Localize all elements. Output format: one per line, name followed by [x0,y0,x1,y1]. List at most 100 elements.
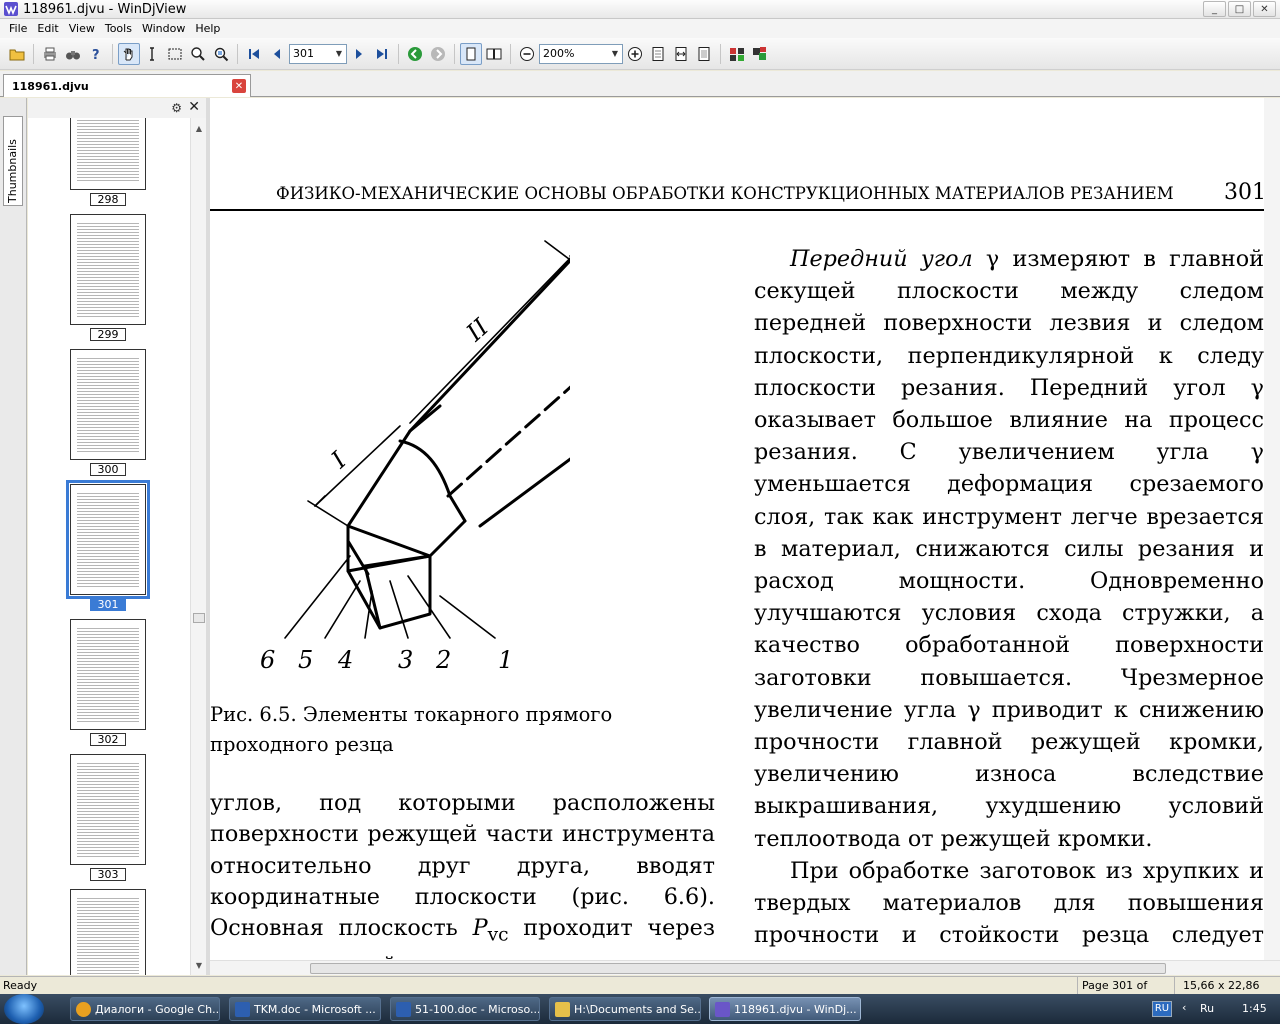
first-page-button[interactable] [243,43,265,65]
menu-help[interactable]: Help [190,22,225,35]
thumbnails-panel: ⚙ ✕ 298 299 300 301 302 303 ▲ ▼ [28,98,206,975]
page-number: 301 [1224,180,1266,205]
toolbar: ? 301 ▼ 200% ▼ [0,38,1280,70]
fit-page-icon [652,46,664,61]
zoom-value: 200% [543,47,575,60]
thumbnail-page-303[interactable] [70,754,146,865]
clock[interactable]: 1:45 [1242,1002,1267,1015]
menu-view[interactable]: View [64,22,100,35]
back-button[interactable] [404,43,426,65]
facing-pages-button[interactable] [483,43,505,65]
single-page-button[interactable] [460,42,482,65]
taskbar-item-word-tkm-label: TKM.doc - Microsoft ... [254,1002,376,1016]
horizontal-scrollbar-thumb[interactable] [310,963,1166,974]
language-indicator[interactable]: RU [1152,1001,1172,1017]
thumbnail-page-301[interactable] [66,480,150,599]
single-page-icon [466,47,476,60]
open-button[interactable] [6,43,28,65]
thumbnail-page-299[interactable] [70,214,146,325]
cutting-tool-figure [284,240,570,639]
figure-label-2: 2 [436,646,452,674]
zoom-tool-button[interactable] [187,43,209,65]
taskbar-item-chrome[interactable]: Диалоги - Google Ch... [70,997,220,1021]
printer-icon [44,47,56,60]
zoom-rect-button[interactable] [210,43,232,65]
term-rake-angle: Передний угол [790,246,973,272]
menu-tools[interactable]: Tools [100,22,137,35]
thumbnail-page-next[interactable] [70,889,146,975]
page-number-combo[interactable]: 301 ▼ [289,43,347,64]
gear-icon[interactable]: ⚙ [171,101,182,115]
status-bar: Ready Page 301 of 512 15,66 x 22,86 cm [0,976,1280,1005]
magnifier-icon [191,46,205,61]
chevron-down-icon[interactable]: ▼ [332,45,346,63]
chevron-down-icon[interactable]: ▼ [608,45,622,63]
windjview-icon [715,1002,730,1017]
tab-document[interactable]: 118961.djvu ✕ [3,74,251,97]
forward-button[interactable] [427,43,449,65]
taskbar-item-word-tkm[interactable]: TKM.doc - Microsoft ... [229,997,381,1021]
thumbnail-page-298[interactable] [70,118,146,190]
hand-tool-button[interactable] [118,42,140,65]
taskbar-item-windjview[interactable]: 118961.djvu - WinDj... [709,997,861,1021]
minimize-button[interactable]: _ [1203,1,1226,17]
paragraph-rake-angle-body: γ измеряют в главной секущей плоскости м… [754,246,1264,852]
left-column-text: углов, под которыми расположены поверхно… [210,788,715,960]
running-head: ФИЗИКО-МЕХАНИЧЕСКИЕ ОСНОВЫ ОБРАБОТКИ КОН… [276,184,1174,203]
actual-size-button[interactable] [693,43,715,65]
menu-window[interactable]: Window [137,22,190,35]
maximize-button[interactable]: □ [1228,1,1251,17]
menu-edit[interactable]: Edit [32,22,63,35]
thumbnail-label-298: 298 [90,193,126,206]
system-tray: RU ‹ Ru 1:45 [1150,994,1280,1024]
previous-page-button[interactable] [266,43,288,65]
layers-icon [753,46,766,60]
document-vertical-scrollbar[interactable] [1264,98,1280,960]
next-page-button[interactable] [348,43,370,65]
taskbar-item-word-51-100[interactable]: 51-100.doc - Microso... [390,997,540,1021]
close-button[interactable]: ✕ [1253,1,1276,17]
thumbnails-header: ⚙ ✕ [28,98,206,118]
paragraph-rake-angle: Передний угол γ измеряют в главной секущ… [754,243,1264,855]
taskbar-item-explorer[interactable]: H:\Documents and Se... [549,997,701,1021]
help-button[interactable]: ? [85,43,107,65]
thumbnail-page-302[interactable] [70,619,146,730]
figure-label-6: 6 [260,646,276,674]
find-button[interactable] [62,43,84,65]
document-tab-strip: 118961.djvu ✕ [0,71,1280,97]
figure-caption: Рис. 6.5. Элементы токарного прямого про… [210,700,690,760]
thumbnails-scrollbar[interactable]: ▲ ▼ [190,118,206,975]
fit-width-button[interactable] [670,43,692,65]
zoom-out-button[interactable] [516,43,538,65]
taskbar-item-chrome-label: Диалоги - Google Ch... [95,1002,220,1016]
last-page-button[interactable] [371,43,393,65]
scroll-down-icon[interactable]: ▼ [191,957,207,973]
zoom-in-button[interactable] [624,43,646,65]
scroll-up-icon[interactable]: ▲ [191,120,207,136]
tab-thumbnails[interactable]: Thumbnails [3,116,23,206]
tray-chevron-icon[interactable]: ‹ [1182,1001,1186,1014]
print-button[interactable] [39,43,61,65]
rect-select-button[interactable] [164,43,186,65]
scrollbar-thumb[interactable] [193,613,205,623]
thumbnail-page-300[interactable] [70,349,146,460]
tab-close-icon[interactable]: ✕ [232,79,246,93]
keyboard-layout[interactable]: Ru [1200,1002,1214,1015]
text-select-button[interactable] [141,43,163,65]
thumbnail-label-300: 300 [90,463,126,476]
menu-file[interactable]: File [4,22,32,35]
start-button[interactable] [4,994,44,1024]
thumbnail-label-303: 303 [90,868,126,881]
display-mode-icon [730,47,744,61]
folder-icon [555,1002,570,1017]
figure-caption-line-1: Рис. 6.5. Элементы токарного прямого [210,703,613,726]
zoom-combo[interactable]: 200% ▼ [539,43,623,64]
document-view[interactable]: ФИЗИКО-МЕХАНИЧЕСКИЕ ОСНОВЫ ОБРАБОТКИ КОН… [210,98,1280,960]
close-icon[interactable]: ✕ [188,99,200,115]
layers-button[interactable] [749,43,771,65]
fit-page-button[interactable] [647,43,669,65]
figure-caption-line-2: проходного резца [210,733,394,756]
display-mode-button[interactable] [726,43,748,65]
document-horizontal-scrollbar[interactable] [210,960,1280,975]
figure-label-4: 4 [338,646,354,674]
